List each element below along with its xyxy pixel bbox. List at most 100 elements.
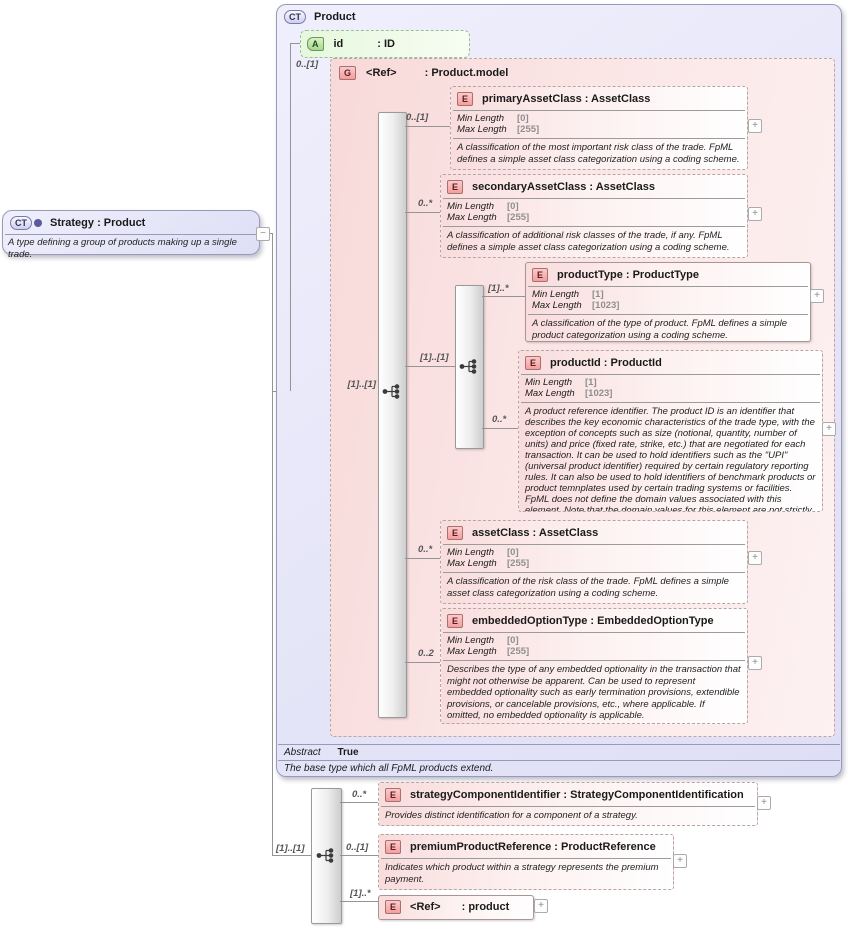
expand-button[interactable]: + [748, 551, 762, 565]
facet-value: [1] [592, 289, 604, 300]
element-badge-icon: E [457, 92, 473, 106]
group-cardinality: 0..[1] [296, 59, 318, 70]
element-title: embeddedOptionType : EmbeddedOptionType [472, 615, 714, 627]
facet-label: Min Length [457, 113, 517, 124]
element-cardinality: 0..2 [418, 648, 434, 659]
connector-line [340, 901, 378, 902]
inner-sequence-cardinality: [1]..[1] [420, 352, 449, 363]
element-badge-icon: E [385, 840, 401, 854]
connector-line [405, 126, 450, 127]
element-product-id: E productId : ProductId Min Length[1] Ma… [518, 350, 823, 512]
element-title: assetClass : AssetClass [472, 527, 598, 539]
element-title: primaryAssetClass : AssetClass [482, 93, 650, 105]
element-description: A classification of additional risk clas… [441, 227, 747, 256]
element-badge-icon: E [385, 788, 401, 802]
facet-label: Min Length [532, 289, 592, 300]
expand-button[interactable]: + [534, 899, 548, 913]
element-title: productType : ProductType [557, 269, 699, 281]
element-badge-icon: E [525, 356, 541, 370]
attribute-badge-icon: A [307, 37, 324, 51]
element-badge-icon: E [447, 614, 463, 628]
connector-line [405, 212, 440, 213]
element-primary-asset-class: E primaryAssetClass : AssetClass Min Len… [450, 86, 748, 170]
expand-button[interactable]: + [748, 656, 762, 670]
facet-value: [255] [517, 124, 539, 135]
element-badge-icon: E [447, 526, 463, 540]
connector-line [290, 43, 300, 44]
expand-button[interactable]: + [822, 422, 836, 436]
expand-button[interactable]: + [757, 796, 771, 810]
facet-label: Min Length [525, 377, 585, 388]
element-secondary-asset-class: E secondaryAssetClass : AssetClass Min L… [440, 174, 748, 258]
connector-line [340, 802, 378, 803]
connector-line [405, 662, 440, 663]
element-badge-icon: E [385, 900, 401, 914]
element-premium-product-reference: E premiumProductReference : ProductRefer… [378, 834, 674, 890]
expand-button[interactable]: + [673, 854, 687, 868]
facet-value: [255] [507, 646, 529, 657]
connector-line [272, 855, 311, 856]
attribute-type: : ID [377, 38, 395, 50]
complex-type-badge-icon: CT [10, 216, 32, 230]
schema-diagram: CT Strategy : Product A type defining a … [0, 0, 848, 929]
element-title: strategyComponentIdentifier : StrategyCo… [410, 789, 744, 801]
sequence-icon [382, 384, 401, 399]
facet-label: Max Length [457, 124, 517, 135]
group-badge-icon: G [339, 66, 356, 80]
facet-value: [1] [585, 377, 597, 388]
element-strategy-component-identifier: E strategyComponentIdentifier : Strategy… [378, 782, 758, 826]
element-cardinality: 0..* [418, 544, 432, 555]
connector-line [340, 855, 378, 856]
facet-label: Max Length [447, 558, 507, 569]
facet-label: Max Length [525, 388, 585, 399]
connector-line [482, 296, 525, 297]
expand-button[interactable]: + [810, 289, 824, 303]
facet-value: [255] [507, 212, 529, 223]
connector-line [272, 233, 273, 855]
element-badge-icon: E [532, 268, 548, 282]
abstract-label: Abstract [284, 747, 321, 758]
connector-line [405, 366, 455, 367]
strategy-type-box: CT Strategy : Product A type defining a … [2, 210, 260, 255]
element-title: secondaryAssetClass : AssetClass [472, 181, 655, 193]
facet-label: Min Length [447, 635, 507, 646]
connector-line [482, 428, 518, 429]
element-ref-name: <Ref> [410, 901, 441, 913]
element-title: productId : ProductId [550, 357, 662, 369]
facet-value: [1023] [592, 300, 619, 311]
element-badge-icon: E [447, 180, 463, 194]
element-ref-product: E <Ref> : product [378, 895, 534, 920]
element-cardinality: 0..* [492, 414, 506, 425]
facet-label: Min Length [447, 201, 507, 212]
facet-value: [1023] [585, 388, 612, 399]
element-description: A classification of the risk class of th… [441, 573, 747, 602]
element-description: A product reference identifier. The prod… [519, 403, 822, 512]
expand-button[interactable]: + [748, 119, 762, 133]
expand-button[interactable]: + [748, 207, 762, 221]
facet-value: [0] [507, 635, 519, 646]
element-description: A classification of the most important r… [451, 139, 747, 168]
element-cardinality: 0..* [418, 198, 432, 209]
base-note: The base type which all FpML products ex… [278, 760, 840, 777]
collapse-button[interactable]: − [256, 227, 270, 241]
strategy-description: A type defining a group of products maki… [3, 235, 259, 262]
element-cardinality: [1]..* [488, 283, 509, 294]
connector-line [290, 43, 291, 391]
element-description: Provides distinct identification for a c… [379, 807, 757, 825]
strategy-title: Strategy : Product [50, 217, 145, 229]
product-title: Product [314, 11, 356, 23]
element-product-type: E productType : ProductType Min Length[1… [525, 262, 811, 342]
element-description: A classification of the type of product.… [526, 315, 810, 342]
facet-label: Max Length [532, 300, 592, 311]
element-asset-class: E assetClass : AssetClass Min Length[0] … [440, 520, 748, 604]
group-type: : Product.model [425, 67, 509, 79]
sequence-bar [378, 112, 407, 718]
facet-value: [0] [507, 547, 519, 558]
facet-value: [0] [507, 201, 519, 212]
element-title: premiumProductReference : ProductReferen… [410, 841, 656, 853]
derived-plus-icon [34, 219, 42, 227]
connector-line [405, 558, 440, 559]
complex-type-badge-icon: CT [284, 10, 306, 24]
abstract-row: Abstract True [278, 744, 840, 760]
group-name: <Ref> [366, 67, 397, 79]
